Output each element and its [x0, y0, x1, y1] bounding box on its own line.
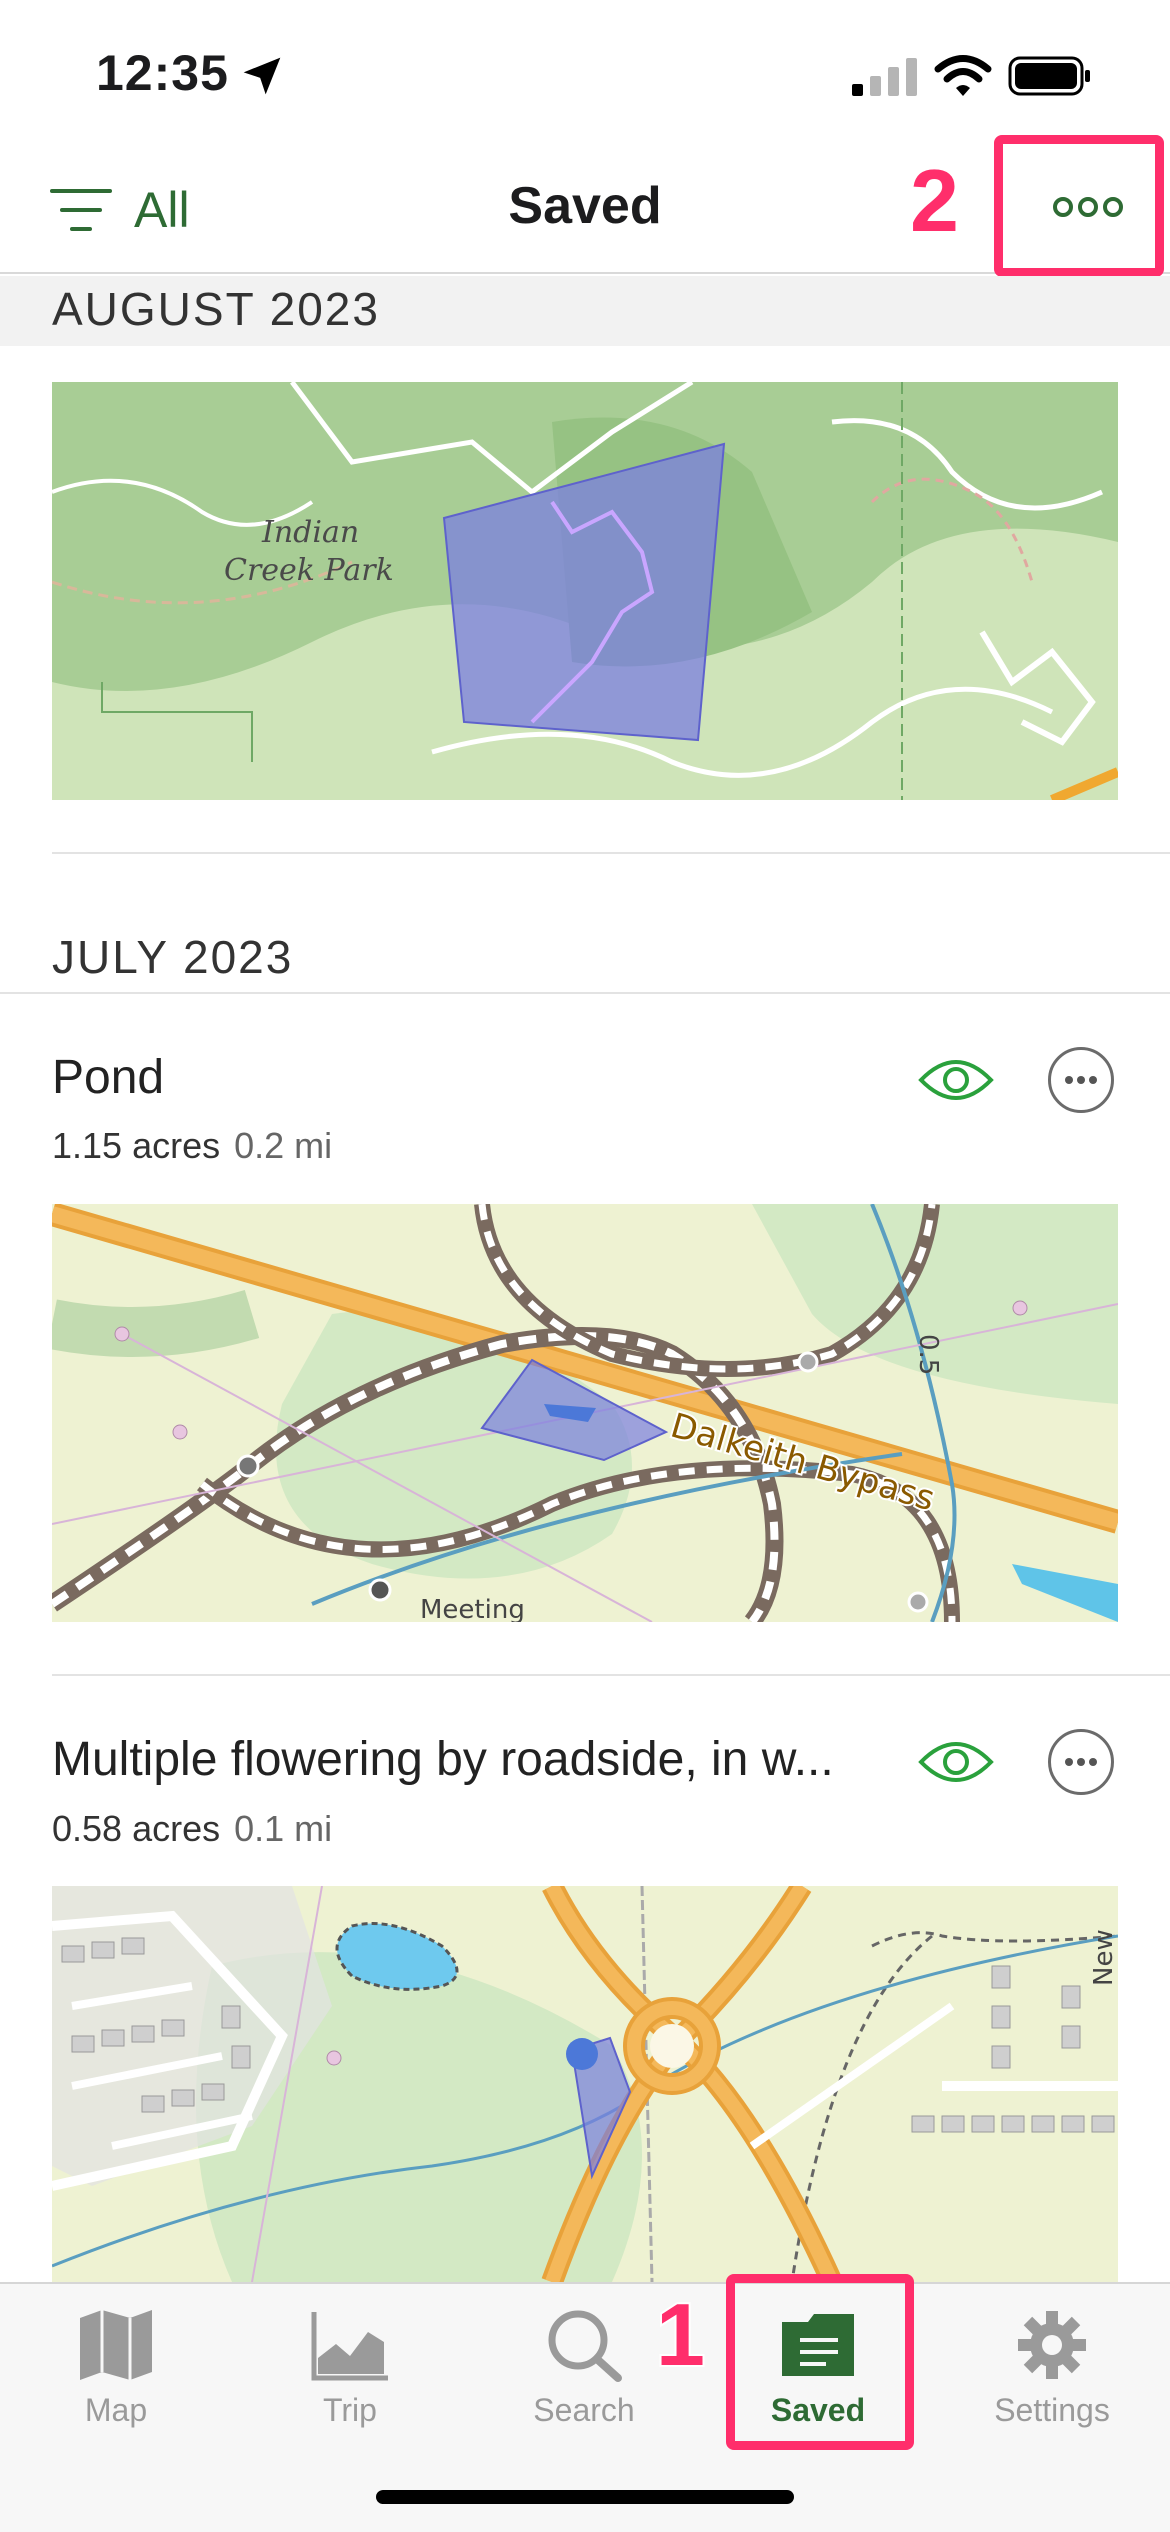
chart-icon — [311, 2312, 388, 2381]
saved-tab-highlight — [726, 2274, 914, 2450]
tab-label: Map — [84, 2392, 148, 2428]
area-value: 0.58 acres — [52, 1808, 221, 1849]
map-label-indian: Indian — [261, 515, 359, 550]
status-bar: 12:35 — [0, 0, 1170, 140]
divider — [52, 1674, 1170, 1676]
section-header-august: AUGUST 2023 — [0, 276, 1170, 346]
distance-value: 0.1 mi — [234, 1808, 333, 1849]
street-map-graphic: Dalkeith Bypass 0.5 Meeting — [52, 1204, 1118, 1622]
section-header-july: JULY 2023 — [0, 920, 1170, 994]
tab-label: Search — [533, 2392, 635, 2428]
divider — [52, 852, 1170, 854]
map-label-creek-park: Creek Park — [224, 553, 394, 588]
map-label-new: New — [1089, 1929, 1118, 1986]
visibility-eye-icon[interactable] — [918, 1052, 994, 1108]
annotation-number-2: 2 — [908, 149, 961, 252]
gear-icon — [1018, 2311, 1086, 2379]
saved-item-title[interactable]: Multiple flowering by roadside, in w... — [52, 1732, 834, 1787]
map-label-distance: 0.5 — [913, 1334, 943, 1375]
topo-map-graphic: Indian Creek Park — [52, 382, 1118, 800]
map-label-meeting: Meeting — [420, 1595, 525, 1622]
tab-search[interactable]: Search — [504, 2308, 664, 2429]
tab-label: Trip — [323, 2392, 377, 2428]
map-icon — [80, 2310, 152, 2380]
tab-label: Settings — [994, 2392, 1110, 2428]
more-button-highlight — [994, 135, 1164, 277]
map-thumbnail-2[interactable]: Dalkeith Bypass 0.5 Meeting — [52, 1204, 1118, 1622]
distance-value: 0.2 mi — [234, 1125, 333, 1166]
tab-trip[interactable]: Trip — [270, 2308, 430, 2429]
tab-settings[interactable]: Settings — [972, 2308, 1132, 2429]
street-map-graphic: New — [52, 1886, 1118, 2282]
ellipsis-icon — [1065, 1076, 1097, 1084]
search-icon — [548, 2310, 622, 2382]
map-thumbnail-3[interactable]: New — [52, 1886, 1118, 2282]
home-indicator — [376, 2490, 794, 2504]
visibility-eye-icon[interactable] — [918, 1734, 994, 1790]
cellular-signal-icon — [852, 58, 917, 96]
saved-item-meta: 0.58 acres 0.1 mi — [52, 1808, 332, 1850]
status-time: 12:35 — [96, 45, 229, 101]
saved-item-title[interactable]: Pond — [52, 1050, 164, 1105]
annotation-number-1: 1 — [654, 2283, 707, 2386]
location-arrow-icon — [243, 57, 281, 95]
tab-map[interactable]: Map — [36, 2308, 196, 2429]
wifi-icon — [934, 55, 992, 96]
area-value: 1.15 acres — [52, 1125, 221, 1166]
ellipsis-icon — [1065, 1758, 1097, 1766]
saved-item-meta: 1.15 acres 0.2 mi — [52, 1125, 332, 1167]
map-thumbnail-1[interactable]: Indian Creek Park — [52, 382, 1118, 800]
battery-icon — [1008, 56, 1090, 96]
item-options-button[interactable] — [1048, 1729, 1114, 1795]
item-options-button[interactable] — [1048, 1047, 1114, 1113]
